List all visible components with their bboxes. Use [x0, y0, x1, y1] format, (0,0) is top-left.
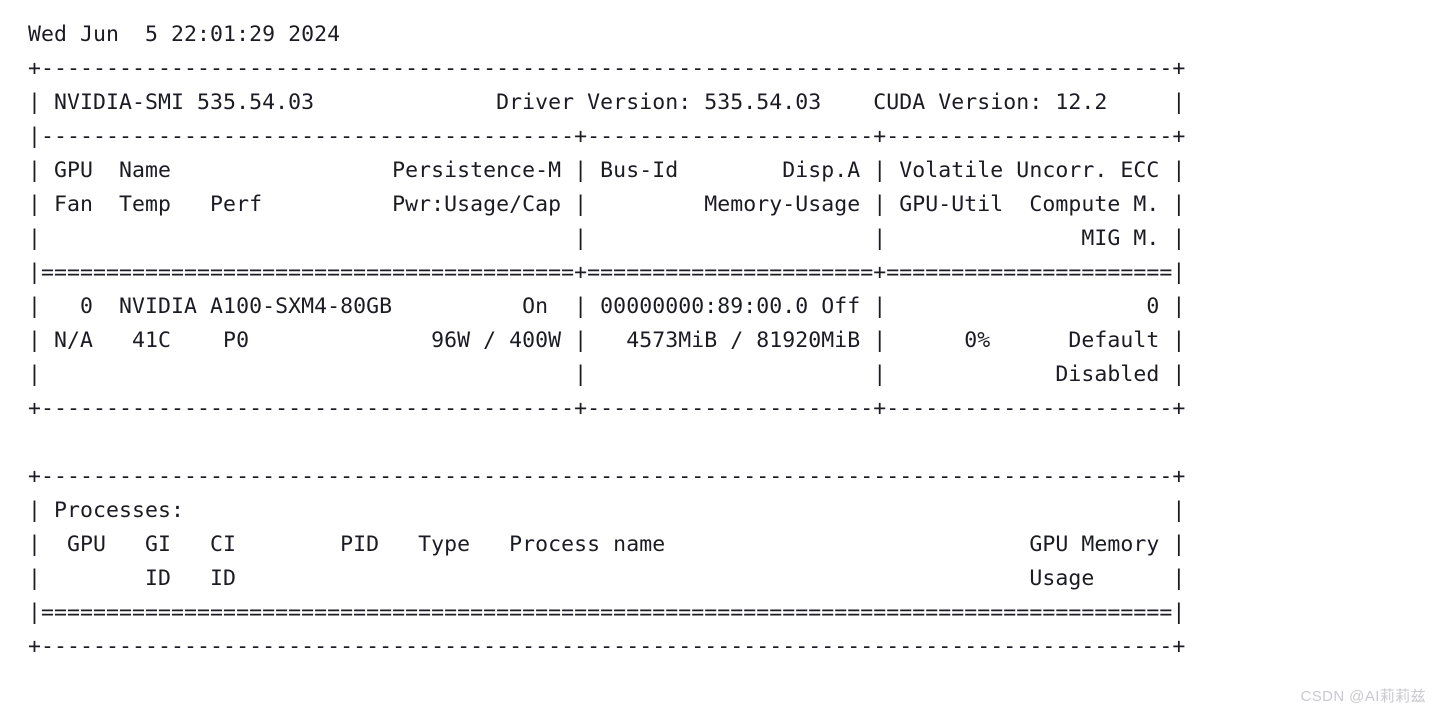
terminal-line: | ID ID Usage | [28, 566, 1186, 591]
csdn-watermark: CSDN @AI莉莉兹 [1300, 688, 1426, 705]
terminal-line: | GPU Name Persistence-M | Bus-Id Disp.A… [28, 158, 1186, 183]
terminal-line: | Fan Temp Perf Pwr:Usage/Cap | Memory-U… [28, 192, 1186, 217]
terminal-line: +---------------------------------------… [28, 56, 1186, 81]
terminal-line: | N/A 41C P0 96W / 400W | 4573MiB / 8192… [28, 328, 1186, 353]
terminal-line: +---------------------------------------… [28, 634, 1186, 659]
terminal-line: | NVIDIA-SMI 535.54.03 Driver Version: 5… [28, 90, 1186, 115]
terminal-line: | | | MIG M. | [28, 226, 1186, 251]
terminal-line: |---------------------------------------… [28, 124, 1186, 149]
terminal-line: | Processes: | [28, 498, 1186, 523]
terminal-line: |=======================================… [28, 600, 1186, 625]
terminal-line: Wed Jun 5 22:01:29 2024 [28, 22, 341, 47]
terminal-line: | 0 NVIDIA A100-SXM4-80GB On | 00000000:… [28, 294, 1186, 319]
terminal-line: | | | Disabled | [28, 362, 1186, 387]
terminal-line: +---------------------------------------… [28, 464, 1186, 489]
terminal-line: |=======================================… [28, 260, 1186, 285]
terminal-line: +---------------------------------------… [28, 396, 1186, 421]
terminal-output: Wed Jun 5 22:01:29 2024 +----------------… [28, 18, 1428, 664]
terminal-line: | GPU GI CI PID Type Process name GPU Me… [28, 532, 1186, 557]
